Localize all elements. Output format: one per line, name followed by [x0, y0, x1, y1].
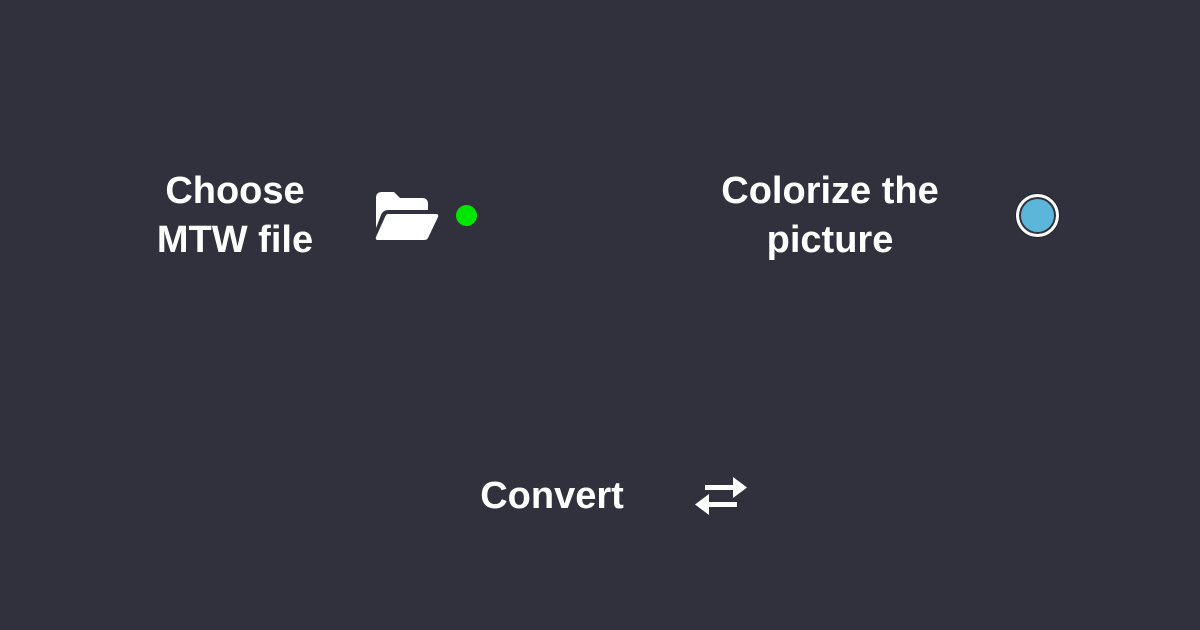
convert-button[interactable] — [691, 472, 751, 520]
colorize-toggle[interactable] — [1016, 194, 1059, 237]
convert-label: Convert — [480, 475, 624, 517]
app-panel: Choose MTW file Colorize the picture Con… — [0, 0, 1200, 630]
colorize-label-line1: Colorize the — [721, 170, 939, 212]
choose-file-label-line1: Choose — [165, 170, 305, 212]
choose-file-label: Choose MTW file — [118, 167, 352, 265]
choose-file-label-line2: MTW file — [156, 219, 314, 261]
file-status-indicator — [456, 205, 477, 226]
folder-open-icon — [375, 192, 439, 240]
choose-file-button[interactable] — [372, 188, 440, 244]
colorize-label-line2: picture — [766, 219, 894, 261]
swap-arrows-icon — [695, 477, 747, 515]
colorize-label: Colorize the picture — [680, 167, 980, 265]
